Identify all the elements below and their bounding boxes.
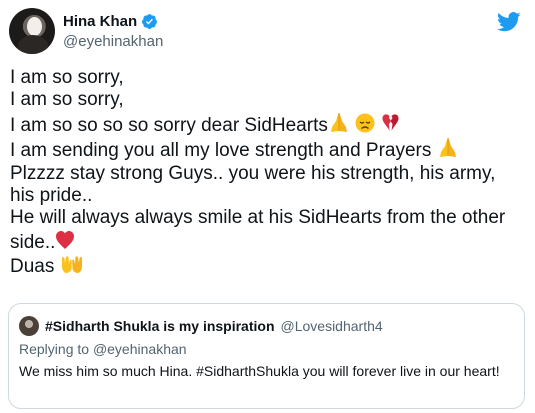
quoted-author-name: #Sidharth Shukla is my inspiration [45,318,275,334]
tweet-line: I am so sorry, [10,89,124,111]
twitter-bird-icon[interactable] [497,12,521,32]
quoted-replying-to: Replying to @eyehinakhan [19,341,187,357]
tweet-line-text: I am so so so so sorry dear SidHearts [10,114,328,136]
tweet-line-8: side.. [10,230,525,254]
quoted-tweet-header: #Sidharth Shukla is my inspiration @Love… [19,316,383,336]
quoted-tweet-text: We miss him so much Hina. #SidharthShukl… [19,363,500,379]
folded-hands-emoji-icon [330,112,347,132]
red-heart-emoji-icon [56,230,75,249]
tweet-line: his pride.. [10,185,93,207]
folded-hands-emoji-icon [440,138,457,158]
replying-prefix: Replying to [19,341,90,357]
tweet-text: I am so sorry, I am so sorry, I am so so… [10,67,525,279]
replying-mention-link[interactable]: @eyehinakhan [93,341,187,357]
avatar-body [18,35,48,54]
tweet-line-text: side.. [10,231,56,253]
tweet-line-text: Duas [10,256,55,278]
disappointed-face-emoji-icon [355,113,375,133]
tweet-line-4: I am sending you all my love strength an… [10,137,525,162]
verified-badge-icon [142,14,158,29]
quoted-author-handle: @Lovesidharth4 [280,318,383,334]
author-avatar[interactable] [9,8,55,54]
author-display-name[interactable]: Hina Khan [63,13,137,30]
author-handle[interactable]: @eyehinakhan [63,33,163,50]
avatar-face [27,17,42,36]
tweet-line-text: I am sending you all my love strength an… [10,140,432,162]
tweet-line: Plzzzz stay strong Guys.. you were his s… [10,162,496,184]
tweet-line: I am so sorry, [10,67,124,88]
quoted-author-avatar [19,316,39,336]
quoted-tweet-card[interactable]: #Sidharth Shukla is my inspiration @Love… [8,303,525,409]
author-name-row: Hina Khan [63,13,158,30]
tweet-line-9: Duas [10,254,525,278]
tweet-line-3: I am so so so so sorry dear SidHearts [10,112,525,137]
tweet-line: He will always always smile at his SidHe… [10,207,506,229]
broken-heart-emoji-icon [382,114,399,131]
open-hands-emoji-icon [61,256,82,274]
